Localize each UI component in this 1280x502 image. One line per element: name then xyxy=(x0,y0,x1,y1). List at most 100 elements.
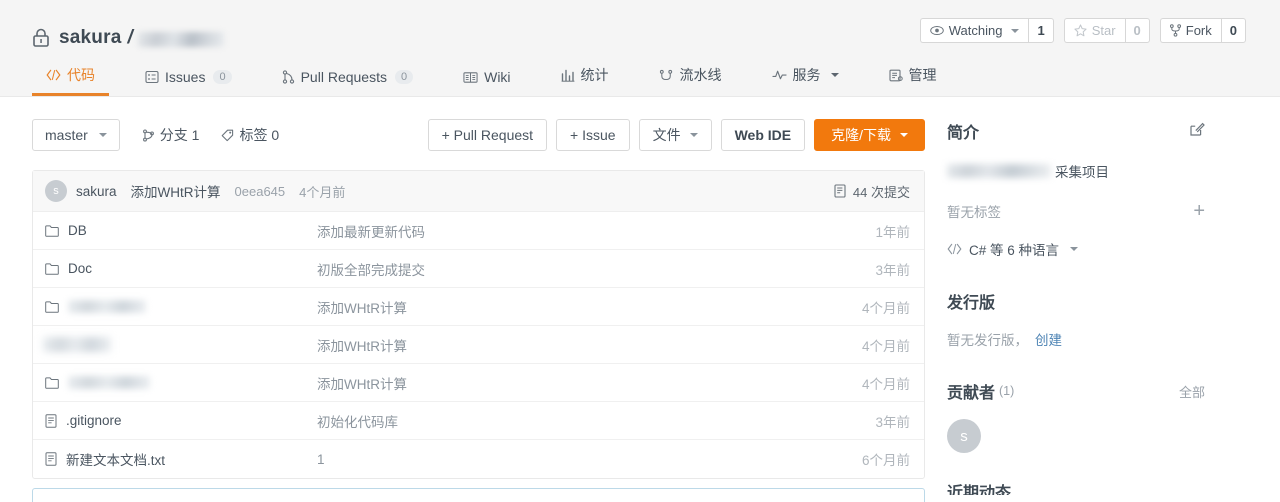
file-commit-time: 4个月前 xyxy=(861,376,910,392)
file-commit-message[interactable]: 添加WHtR计算 xyxy=(317,373,832,393)
contributors-all-link[interactable]: 全部 xyxy=(1179,382,1205,401)
table-row[interactable]: DB 添加最新更新代码 1年前 xyxy=(33,212,924,250)
chart-icon xyxy=(561,69,574,82)
tab-statistics[interactable]: 统计 xyxy=(547,65,623,96)
table-row[interactable]: 添加WHtR计算 4个月前 xyxy=(33,326,924,364)
intro-title-label: 简介 xyxy=(947,125,980,142)
repo-nav-tabs: 代码 Issues 0 Pull Requests 0 Wiki 统计 流水线 … xyxy=(32,56,973,96)
table-row[interactable]: Doc 初版全部完成提交 3年前 xyxy=(33,250,924,288)
folder-icon xyxy=(45,300,59,313)
file-name-cell[interactable] xyxy=(43,337,317,352)
watch-button-group[interactable]: Watching 1 xyxy=(919,18,1054,43)
tab-pull-requests[interactable]: Pull Requests 0 xyxy=(268,69,428,96)
create-release-link[interactable]: 创建 xyxy=(1035,333,1062,348)
tab-manage-label: 管理 xyxy=(908,67,937,83)
edit-intro-button[interactable] xyxy=(1189,121,1205,142)
watch-button[interactable]: Watching xyxy=(919,18,1029,43)
star-icon xyxy=(1074,24,1087,37)
file-commit-message[interactable]: 添加WHtR计算 xyxy=(317,297,832,317)
web-ide-button[interactable]: Web IDE xyxy=(720,119,806,151)
clone-download-button[interactable]: 克隆/下载 xyxy=(814,119,925,151)
chevron-down-icon xyxy=(689,133,698,137)
no-tags-label: 暂无标签 xyxy=(947,205,1001,220)
repo-sidebar: 简介 采集项目 暂无标签 + C# 等 6 种语言 发行版 暂无发行版， 创建 … xyxy=(925,97,1245,502)
plus-icon[interactable]: + xyxy=(1193,201,1205,221)
file-icon xyxy=(45,452,57,466)
fork-button[interactable]: Fork xyxy=(1159,18,1221,43)
watch-count[interactable]: 1 xyxy=(1028,18,1054,43)
manage-icon xyxy=(888,69,903,81)
file-commit-message[interactable]: 初版全部完成提交 xyxy=(317,259,832,279)
fork-count[interactable]: 0 xyxy=(1220,18,1246,43)
code-icon xyxy=(947,243,962,255)
repo-name-redacted[interactable] xyxy=(137,31,224,47)
file-menu-label: 文件 xyxy=(652,127,681,143)
file-commit-message[interactable]: 1 xyxy=(317,452,832,467)
file-commit-message[interactable]: 初始化代码库 xyxy=(317,411,832,431)
activity-section: 近期动态 xyxy=(947,479,1205,495)
intro-description-text: 采集项目 xyxy=(1055,165,1109,180)
new-issue-button[interactable]: + Issue xyxy=(556,119,630,151)
table-row[interactable]: 新建文本文档.txt 1 6个月前 xyxy=(33,440,924,478)
file-name-cell[interactable]: DB xyxy=(45,223,317,238)
contributor-avatar[interactable]: s xyxy=(947,419,981,453)
file-name-cell[interactable]: 新建文本文档.txt xyxy=(45,449,317,469)
file-browser: s sakura 添加WHtR计算 0eea645 4个月前 44 次提交 DB… xyxy=(32,170,925,479)
file-commit-message[interactable]: 添加最新更新代码 xyxy=(317,221,832,241)
tab-services-label: 服务 xyxy=(792,67,821,83)
file-menu-button[interactable]: 文件 xyxy=(638,119,712,151)
languages-row[interactable]: C# 等 6 种语言 xyxy=(947,239,1205,259)
commits-count-link[interactable]: 44 次提交 xyxy=(834,182,910,201)
tab-pull-requests-label: Pull Requests xyxy=(300,69,387,85)
tab-issues-count: 0 xyxy=(213,70,232,84)
chevron-down-icon xyxy=(1011,28,1020,33)
commit-author[interactable]: sakura xyxy=(76,184,117,199)
file-name: .gitignore xyxy=(66,413,122,428)
repo-toolbar-actions: + Pull Request + Issue 文件 Web IDE 克隆/下载 xyxy=(419,119,925,151)
branches-link[interactable]: 分支 1 xyxy=(142,125,200,145)
file-name-cell[interactable]: .gitignore xyxy=(45,413,317,428)
star-count[interactable]: 0 xyxy=(1124,18,1150,43)
new-pull-request-button[interactable]: + Pull Request xyxy=(427,119,548,151)
edit-icon xyxy=(1190,122,1205,136)
file-commit-time: 6个月前 xyxy=(861,453,910,468)
fork-label: Fork xyxy=(1185,23,1212,38)
tab-services[interactable]: 服务 xyxy=(758,65,853,96)
branch-selector[interactable]: master xyxy=(32,119,120,151)
file-commit-time: 1年前 xyxy=(875,224,910,240)
table-row[interactable]: 添加WHtR计算 4个月前 xyxy=(33,364,924,402)
tab-issues[interactable]: Issues 0 xyxy=(131,69,246,96)
file-commit-message[interactable]: 添加WHtR计算 xyxy=(317,335,832,355)
fork-button-group[interactable]: Fork 0 xyxy=(1159,18,1246,43)
repo-header: sakura / Watching 1 Star 0 Fork 0 代码 Iss… xyxy=(0,0,1280,97)
contributors-title-label: 贡献者 xyxy=(947,385,996,402)
tab-manage[interactable]: 管理 xyxy=(875,65,951,96)
file-name-cell[interactable] xyxy=(45,300,317,313)
tab-wiki[interactable]: Wiki xyxy=(449,69,524,96)
table-row[interactable]: .gitignore 初始化代码库 3年前 xyxy=(33,402,924,440)
breadcrumb-separator: / xyxy=(127,27,133,48)
commit-time: 4个月前 xyxy=(299,184,346,200)
repo-owner[interactable]: sakura xyxy=(59,27,121,49)
branch-icon xyxy=(142,128,154,142)
star-button-group[interactable]: Star 0 xyxy=(1063,18,1150,43)
repo-main-column: master 分支 1 标签 0 + Pull Request + Issue … xyxy=(0,97,925,502)
commit-hash[interactable]: 0eea645 xyxy=(235,184,286,199)
file-name: DB xyxy=(68,223,87,238)
table-row[interactable]: 添加WHtR计算 4个月前 xyxy=(33,288,924,326)
eye-icon xyxy=(929,25,944,36)
tab-code[interactable]: 代码 xyxy=(32,65,109,96)
no-release-label: 暂无发行版， xyxy=(947,333,1028,348)
star-button[interactable]: Star xyxy=(1063,18,1125,43)
branches-label: 分支 1 xyxy=(159,127,200,143)
commit-author-avatar[interactable]: s xyxy=(45,180,67,202)
tags-link[interactable]: 标签 0 xyxy=(221,125,279,145)
lock-icon xyxy=(33,28,49,47)
commit-message[interactable]: 添加WHtR计算 xyxy=(131,181,221,201)
folder-icon xyxy=(45,376,59,389)
file-name-cell[interactable]: Doc xyxy=(45,261,317,276)
pipeline-icon xyxy=(659,69,672,80)
tab-pipeline[interactable]: 流水线 xyxy=(645,65,736,96)
file-name-cell[interactable] xyxy=(45,376,317,389)
file-name-redacted xyxy=(68,300,146,313)
